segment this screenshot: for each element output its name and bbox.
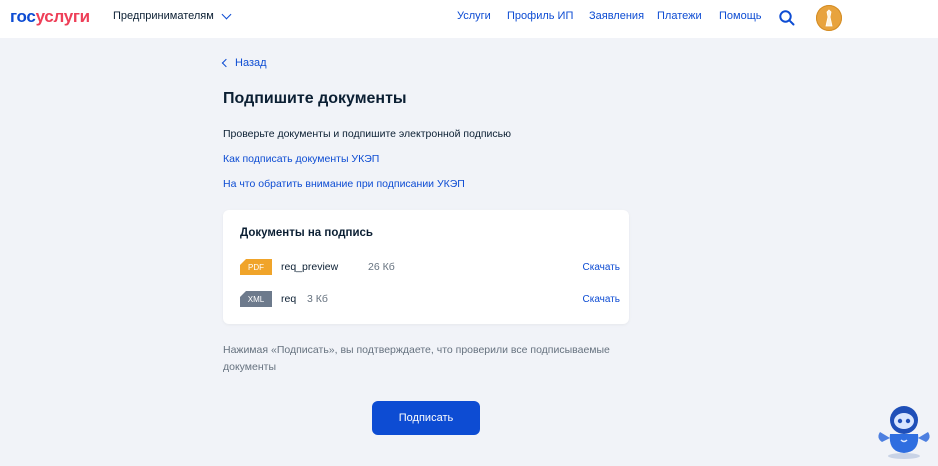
chevron-left-icon xyxy=(221,58,231,68)
document-row: XML req 3 Кб Скачать xyxy=(240,291,620,311)
top-header: госуслуги Предпринимателям Услуги Профил… xyxy=(0,0,938,38)
nav-applications[interactable]: Заявления xyxy=(589,10,644,22)
segment-label: Предпринимателям xyxy=(113,10,214,22)
document-row: PDF req_preview 26 Кб Скачать xyxy=(240,259,620,279)
confirmation-note: Нажимая «Подписать», вы подтверждаете, ч… xyxy=(223,344,610,373)
link-how-to-sign[interactable]: Как подписать документы УКЭП xyxy=(223,153,379,165)
gosuslugi-logo[interactable]: госуслуги xyxy=(10,7,90,27)
document-size: 3 Кб xyxy=(307,293,328,305)
document-name[interactable]: req xyxy=(281,293,296,305)
nav-services[interactable]: Услуги xyxy=(457,10,491,22)
document-size: 26 Кб xyxy=(368,261,395,273)
back-label: Назад xyxy=(235,57,267,69)
link-signing-notes[interactable]: На что обратить внимание при подписании … xyxy=(223,178,465,190)
document-name[interactable]: req_preview xyxy=(281,261,338,273)
avatar[interactable] xyxy=(816,5,842,31)
nav-profile[interactable]: Профиль ИП xyxy=(507,10,573,22)
sign-button[interactable]: Подписать xyxy=(372,401,480,435)
download-button[interactable]: Скачать xyxy=(583,294,621,305)
user-icon xyxy=(825,9,833,27)
search-icon[interactable] xyxy=(778,9,796,27)
nav-help[interactable]: Помощь xyxy=(719,10,762,22)
download-button[interactable]: Скачать xyxy=(583,262,621,273)
documents-card: Документы на подпись PDF req_preview 26 … xyxy=(223,210,629,324)
back-link[interactable]: Назад xyxy=(221,57,267,69)
card-title: Документы на подпись xyxy=(240,227,373,239)
page-title: Подпишите документы xyxy=(223,90,407,107)
chevron-down-icon xyxy=(221,9,232,19)
page-description: Проверьте документы и подпишите электрон… xyxy=(223,128,511,140)
nav-payments[interactable]: Платежи xyxy=(657,10,702,22)
segment-selector[interactable]: Предпринимателям xyxy=(113,9,232,22)
pdf-file-icon: PDF xyxy=(240,259,272,275)
xml-file-icon: XML xyxy=(240,291,272,307)
robot-assistant-icon[interactable] xyxy=(874,398,934,460)
